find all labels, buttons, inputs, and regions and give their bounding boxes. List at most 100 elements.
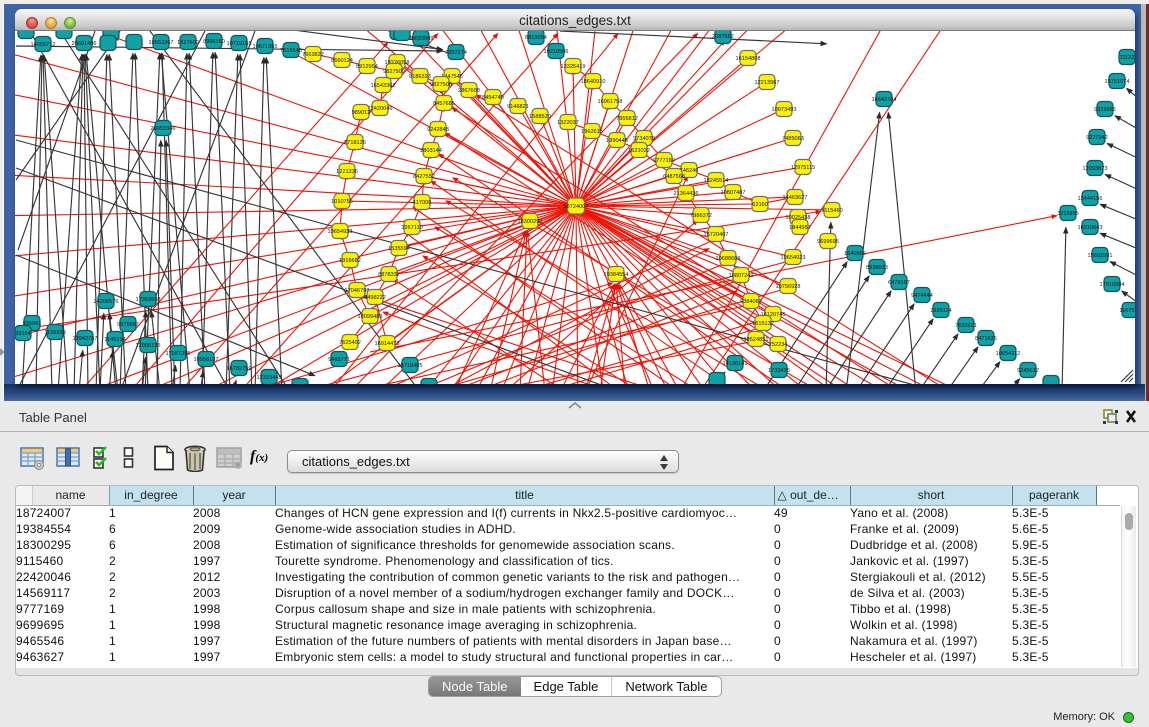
svg-text:20691406: 20691406: [72, 41, 97, 47]
svg-text:9465771: 9465771: [328, 357, 350, 363]
svg-text:16210643: 16210643: [1078, 225, 1103, 231]
svg-text:10688609: 10688609: [716, 256, 741, 262]
svg-text:12975115: 12975115: [791, 165, 815, 171]
svg-text:2087662: 2087662: [712, 34, 734, 40]
svg-text:8966160: 8966160: [203, 39, 225, 45]
svg-text:7986372: 7986372: [690, 213, 712, 219]
svg-text:9498222: 9498222: [364, 295, 386, 301]
svg-text:1527602: 1527602: [177, 40, 199, 46]
svg-text:7955812: 7955812: [616, 116, 638, 122]
svg-text:20053346: 20053346: [151, 126, 176, 132]
svg-text:1615132: 1615132: [752, 321, 774, 327]
svg-text:1640956: 1640956: [844, 251, 866, 257]
svg-text:17016504: 17016504: [1100, 282, 1125, 288]
svg-text:989012: 989012: [352, 110, 371, 116]
svg-text:19524851: 19524851: [744, 337, 769, 343]
svg-text:16543362: 16543362: [371, 83, 396, 89]
svg-text:417006: 417006: [413, 200, 432, 206]
svg-text:1916682: 1916682: [339, 258, 361, 264]
svg-text:8660124: 8660124: [331, 58, 353, 64]
svg-text:18300295: 18300295: [518, 219, 543, 225]
svg-text:10807487: 10807487: [721, 190, 746, 196]
svg-text:16914479: 16914479: [375, 341, 400, 347]
svg-text:1844957: 1844957: [789, 225, 811, 231]
svg-text:10654112: 10654112: [996, 351, 1020, 357]
svg-text:11122: 11122: [1120, 55, 1135, 61]
svg-text:18640910: 18640910: [581, 79, 606, 85]
svg-text:1621022: 1621022: [628, 148, 650, 154]
svg-text:7515546: 7515546: [280, 48, 302, 54]
svg-text:9734078: 9734078: [633, 136, 655, 142]
svg-text:7625402: 7625402: [339, 340, 361, 346]
svg-text:18807249: 18807249: [729, 273, 754, 279]
svg-text:6479197: 6479197: [888, 280, 910, 286]
svg-text:10671355: 10671355: [253, 44, 278, 50]
svg-text:17957255: 17957255: [166, 351, 191, 357]
svg-text:9975887: 9975887: [117, 322, 139, 328]
svg-text:15718485: 15718485: [398, 363, 423, 369]
svg-text:1962615: 1962615: [581, 129, 603, 135]
svg-text:19218506: 19218506: [544, 49, 569, 55]
svg-text:18099489: 18099489: [358, 314, 383, 320]
svg-text:3215955: 3215955: [1057, 211, 1079, 217]
svg-text:21364436: 21364436: [674, 191, 699, 197]
svg-text:10756928: 10756928: [776, 284, 801, 290]
svg-text:9384067: 9384067: [740, 299, 762, 305]
svg-text:16782759: 16782759: [227, 366, 252, 372]
svg-text:14136141: 14136141: [723, 361, 748, 367]
svg-text:12444156: 12444156: [1078, 196, 1103, 202]
svg-text:19384554: 19384554: [604, 272, 629, 278]
svg-text:9827508: 9827508: [430, 82, 452, 88]
svg-text:17046798: 17046798: [345, 288, 370, 294]
svg-text:24206576: 24206576: [94, 299, 119, 305]
svg-text:19654933: 19654933: [328, 229, 353, 235]
svg-text:1588520: 1588520: [529, 114, 551, 120]
svg-text:9827509: 9827509: [383, 69, 405, 75]
svg-text:9242848: 9242848: [427, 127, 449, 133]
svg-text:3267110: 3267110: [401, 225, 422, 231]
svg-text:9777169: 9777169: [653, 158, 675, 164]
svg-text:13325419: 13325419: [561, 64, 586, 70]
svg-text:19654923: 19654923: [781, 255, 806, 261]
svg-text:10033809: 10033809: [409, 36, 434, 42]
svg-text:8471626: 8471626: [975, 336, 997, 342]
svg-text:10973493: 10973493: [772, 107, 797, 113]
svg-text:12323448: 12323448: [257, 375, 282, 381]
svg-text:10653267: 10653267: [149, 40, 174, 46]
svg-text:16961758: 16961758: [598, 99, 623, 105]
svg-text:6487568: 6487568: [663, 174, 685, 180]
svg-text:10719155: 10719155: [227, 41, 252, 47]
svg-text:39154: 39154: [15, 331, 31, 337]
svg-text:2935114: 2935114: [930, 308, 951, 314]
svg-text:15720407: 15720407: [704, 232, 729, 238]
svg-text:9699695: 9699695: [817, 239, 839, 245]
svg-text:2867608: 2867608: [458, 88, 480, 94]
svg-text:7663822: 7663822: [302, 52, 324, 58]
svg-text:14055712: 14055712: [31, 42, 56, 48]
svg-text:9245612: 9245612: [1017, 368, 1039, 374]
svg-text:15751074: 15751074: [1105, 79, 1130, 85]
svg-text:7632621: 7632621: [955, 323, 977, 329]
svg-text:12905135: 12905135: [136, 343, 161, 349]
svg-text:1990448: 1990448: [606, 138, 628, 144]
svg-text:8813054: 8813054: [525, 35, 547, 41]
svg-text:10958137: 10958137: [194, 357, 219, 363]
svg-text:1733426: 1733426: [768, 368, 790, 374]
svg-text:18245514: 18245514: [704, 178, 729, 184]
svg-text:9227342: 9227342: [1086, 135, 1108, 141]
svg-text:9115460: 9115460: [821, 208, 842, 214]
svg-text:62160: 62160: [752, 202, 768, 208]
svg-text:8912954: 8912954: [356, 64, 378, 70]
svg-text:1221336: 1221336: [336, 169, 358, 175]
svg-text:1167534: 1167534: [1119, 308, 1135, 314]
svg-text:12213967: 12213967: [755, 80, 780, 86]
svg-text:2803144: 2803144: [420, 148, 442, 154]
svg-text:2718126: 2718126: [344, 140, 366, 146]
svg-text:22420046: 22420046: [368, 106, 393, 112]
svg-text:1145194: 1145194: [104, 337, 125, 343]
svg-text:9474444: 9474444: [911, 293, 933, 299]
svg-text:7485063: 7485063: [782, 136, 804, 142]
svg-text:1535594: 1535594: [388, 246, 410, 252]
svg-text:14463627: 14463627: [783, 195, 808, 201]
svg-text:1156829: 1156829: [44, 330, 65, 336]
